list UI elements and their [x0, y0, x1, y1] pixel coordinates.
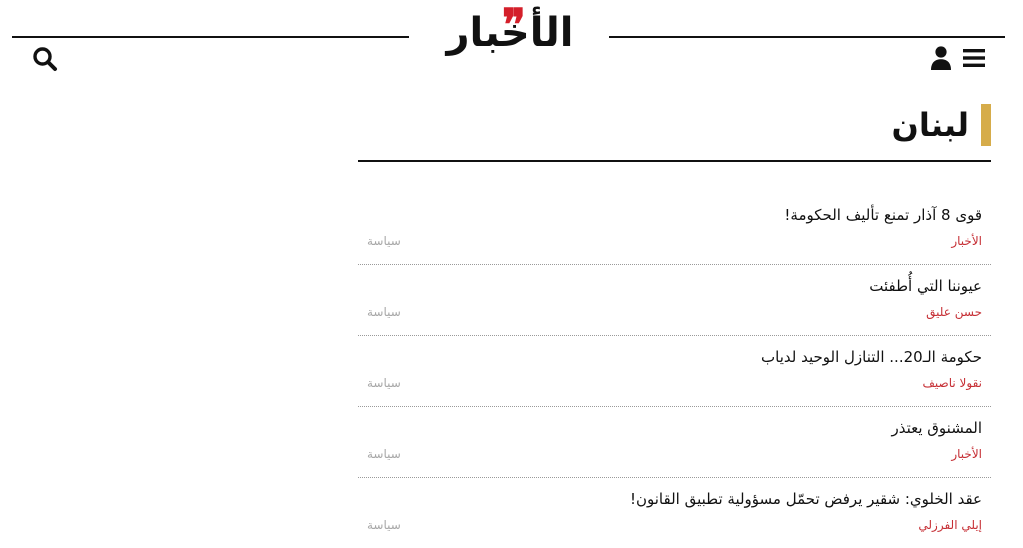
hamburger-menu-icon	[963, 49, 985, 67]
section-title: لبنان	[891, 106, 969, 144]
article-title-link[interactable]: المشنوق يعتذر	[891, 417, 982, 439]
article-item[interactable]: حكومة الـ20... التنازل الوحيد لدياب نقول…	[358, 336, 991, 407]
article-title-link[interactable]: قوى 8 آذار تمنع تأليف الحكومة!	[784, 204, 982, 226]
article-item[interactable]: المشنوق يعتذر الأخبار سياسة	[358, 407, 991, 478]
article-title-link[interactable]: حكومة الـ20... التنازل الوحيد لدياب	[761, 346, 982, 368]
user-icon	[931, 46, 951, 70]
header-rule-right	[609, 36, 1005, 38]
article-author-link[interactable]: الأخبار	[951, 232, 982, 250]
menu-button[interactable]	[961, 46, 987, 70]
article-list: قوى 8 آذار تمنع تأليف الحكومة! الأخبار س…	[358, 194, 991, 548]
user-account-button[interactable]	[929, 45, 953, 71]
section-header: لبنان	[358, 100, 991, 162]
article-title-link[interactable]: عيوننا التي أُطفئت	[869, 275, 982, 297]
article-item[interactable]: عقد الخلوي: شقير يرفض تحمّل مسؤولية تطبي…	[358, 478, 991, 548]
article-category: سياسة	[367, 447, 401, 461]
article-category: سياسة	[367, 376, 401, 390]
article-author-link[interactable]: حسن عليق	[926, 303, 982, 321]
article-item[interactable]: قوى 8 آذار تمنع تأليف الحكومة! الأخبار س…	[358, 194, 991, 265]
article-category: سياسة	[367, 305, 401, 319]
section-accent-bar	[981, 104, 991, 146]
article-author-link[interactable]: إيلي الفرزلي	[918, 516, 982, 534]
logo-quote-mark: ❞	[502, 0, 526, 51]
article-category: سياسة	[367, 234, 401, 248]
article-category: سياسة	[367, 518, 401, 532]
article-title-link[interactable]: عقد الخلوي: شقير يرفض تحمّل مسؤولية تطبي…	[630, 488, 982, 510]
article-item[interactable]: عيوننا التي أُطفئت حسن عليق سياسة	[358, 265, 991, 336]
search-icon	[33, 47, 57, 71]
header-rule-left	[12, 36, 409, 38]
search-button[interactable]	[30, 44, 60, 74]
site-logo[interactable]: الأخبار ❞	[418, 0, 602, 60]
article-author-link[interactable]: نقولا ناصيف	[923, 374, 983, 392]
article-author-link[interactable]: الأخبار	[951, 445, 982, 463]
